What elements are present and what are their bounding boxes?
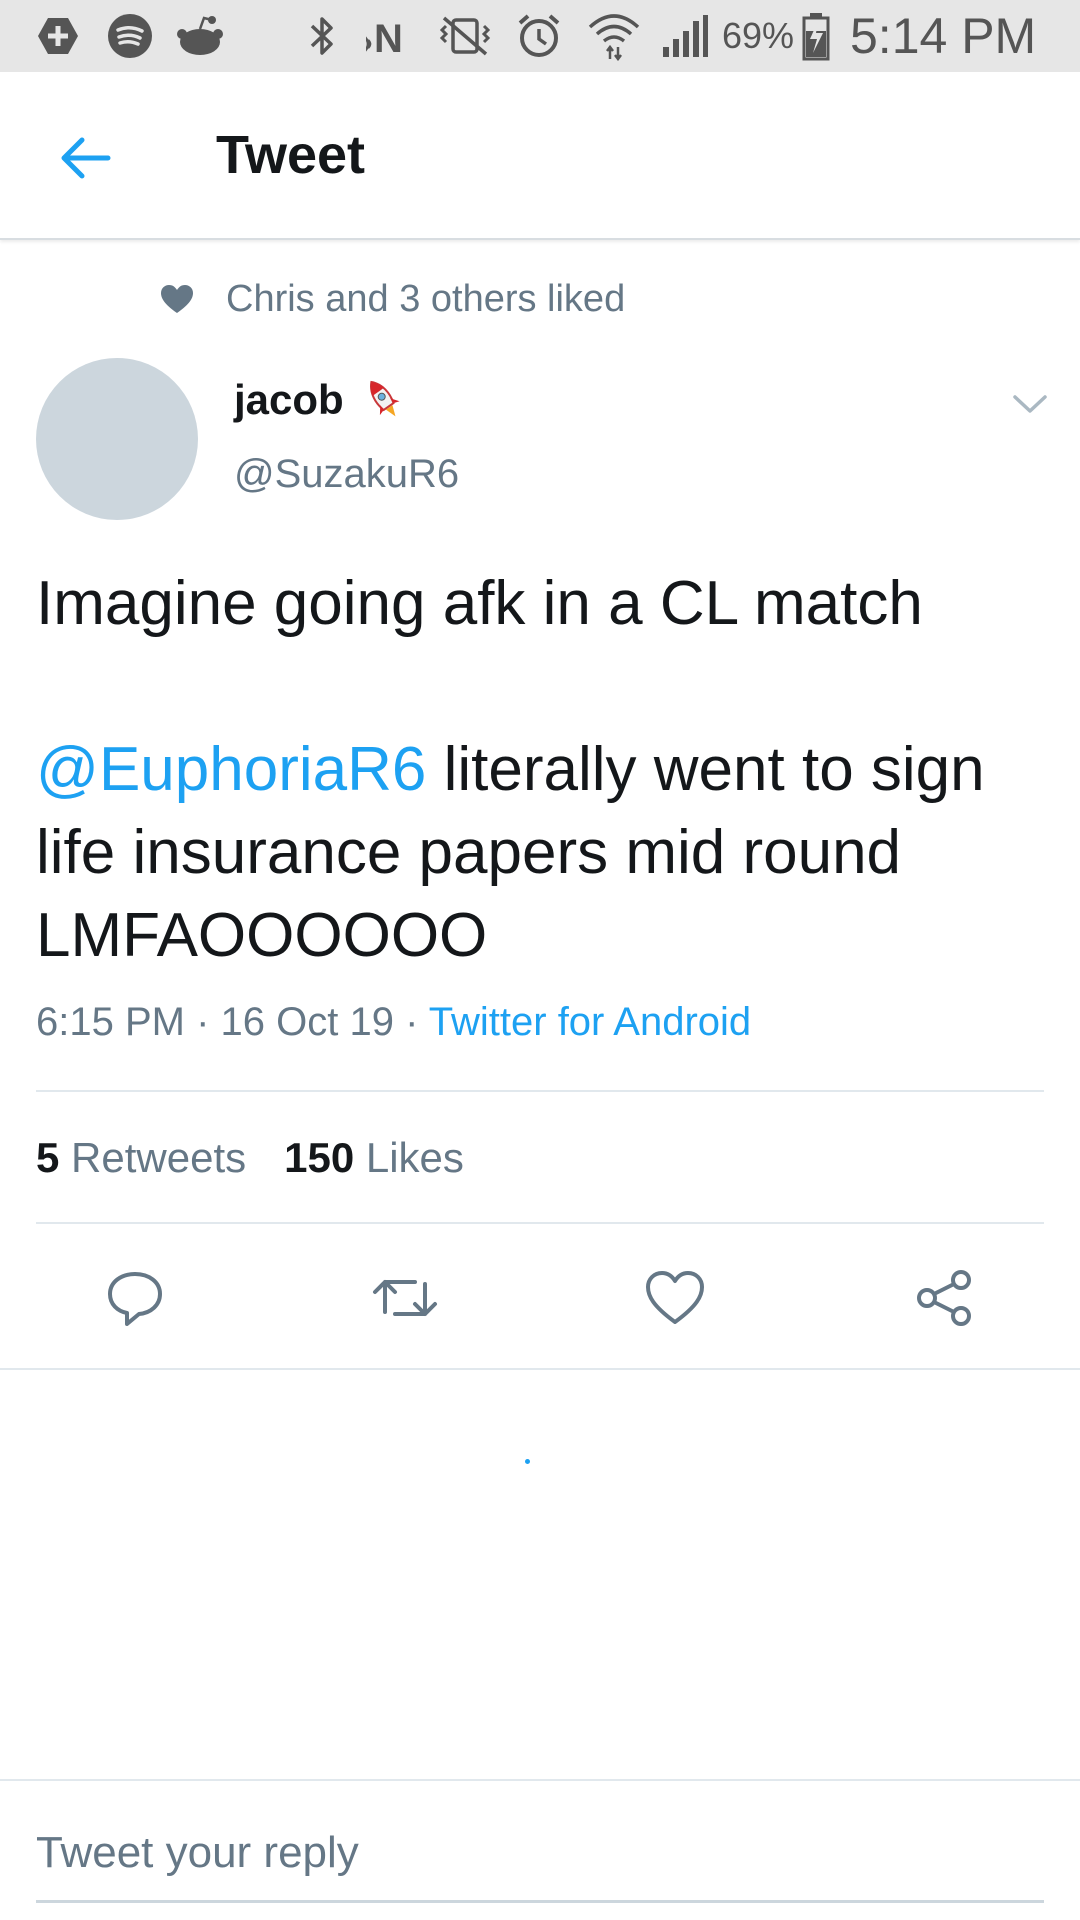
share-button[interactable] [909, 1262, 981, 1334]
rocket-icon [364, 376, 404, 424]
tweet-text-line1: Imagine going afk in a CL match [36, 569, 923, 638]
add-notification-icon [30, 0, 86, 72]
tweet-text: Imagine going afk in a CL match @Euphori… [36, 562, 1056, 977]
arrow-left-icon [61, 137, 111, 179]
share-icon [917, 1270, 971, 1326]
tweet-source-link[interactable]: Twitter for Android [429, 1000, 751, 1044]
more-options-button[interactable] [1010, 384, 1050, 424]
retweets-stat[interactable]: 5 Retweets [36, 1134, 246, 1181]
vibrate-icon [430, 0, 500, 72]
svg-text:N: N [374, 17, 403, 58]
status-time: 5:14 PM [850, 8, 1037, 64]
retweet-icon [373, 1280, 437, 1316]
divider [36, 1222, 1044, 1224]
back-button[interactable] [44, 118, 124, 198]
likes-stat[interactable]: 150 Likes [284, 1134, 464, 1181]
wifi-icon [584, 0, 644, 72]
meta-separator: · [393, 1000, 429, 1044]
reply-icon [108, 1272, 162, 1326]
reply-button[interactable] [99, 1262, 171, 1334]
tweet-stats: 5 Retweets 150 Likes [36, 1134, 464, 1182]
loading-indicator [525, 1459, 530, 1464]
bluetooth-icon [300, 0, 344, 72]
retweets-label: Retweets [71, 1134, 247, 1181]
spotify-icon [102, 0, 158, 72]
likes-label: Likes [365, 1134, 464, 1181]
reddit-icon [172, 0, 228, 72]
author-name: jacob [234, 376, 344, 423]
author-name-row[interactable]: jacob [234, 376, 404, 424]
tweet-time: 6:15 PM [36, 1000, 185, 1044]
status-bar: N 69% 5:14 PM [0, 0, 1080, 72]
retweet-button[interactable] [369, 1262, 441, 1334]
meta-separator: · [184, 1000, 221, 1044]
chevron-down-icon [1013, 395, 1047, 413]
like-button[interactable] [639, 1262, 711, 1334]
page-title: Tweet [216, 125, 366, 185]
heart-icon [161, 285, 193, 313]
reply-underline [36, 1900, 1044, 1903]
app-bar: Tweet [0, 72, 1080, 240]
battery-percent: 69% [721, 15, 795, 56]
author-handle[interactable]: @SuzakuR6 [234, 452, 459, 497]
divider [0, 1368, 1080, 1370]
social-context-text: Chris and 3 others liked [226, 277, 626, 320]
tweet-date: 16 Oct 19 [220, 1000, 394, 1044]
reply-input[interactable] [36, 1818, 1044, 1888]
like-icon [646, 1271, 704, 1324]
nfc-icon: N [364, 0, 422, 72]
battery-charging-icon [798, 0, 834, 72]
divider [36, 1090, 1044, 1092]
likes-count: 150 [284, 1134, 355, 1181]
social-context[interactable]: Chris and 3 others liked [160, 274, 625, 324]
retweets-count: 5 [36, 1134, 60, 1181]
alarm-icon [510, 0, 568, 72]
signal-icon [658, 0, 710, 72]
mention-link[interactable]: @EuphoriaR6 [36, 735, 426, 804]
divider [0, 1779, 1080, 1781]
avatar[interactable] [36, 358, 198, 520]
tweet-meta: 6:15 PM · 16 Oct 19 · Twitter for Androi… [36, 1000, 751, 1045]
